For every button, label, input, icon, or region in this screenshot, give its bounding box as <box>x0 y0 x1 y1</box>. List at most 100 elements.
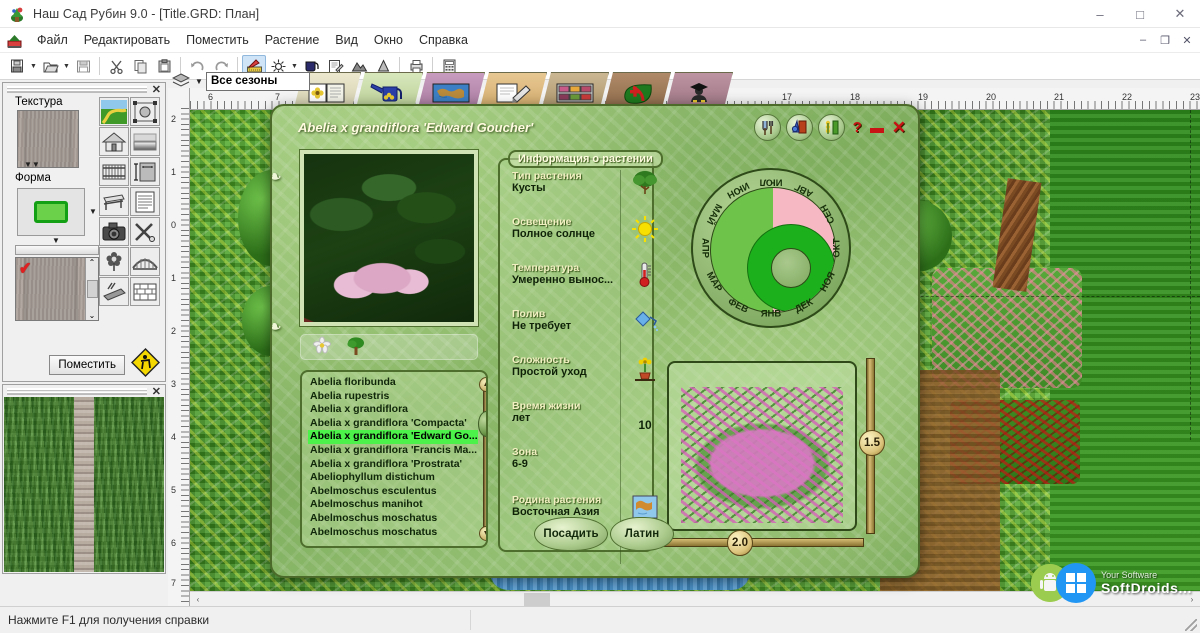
plant-info-dialog[interactable]: Abelia x grandiflora 'Edward Goucher' ? … <box>270 104 920 578</box>
watermark-line1: Your Software <box>1100 570 1158 580</box>
list-item[interactable]: Abelmoschus moschatus <box>308 526 478 540</box>
terrain-path-icon[interactable] <box>99 97 129 126</box>
texture-listbox[interactable]: ✔ ⌃ ⌄ <box>15 257 99 321</box>
flower-view-icon[interactable] <box>311 336 333 359</box>
texture-scale-slider[interactable] <box>15 245 99 255</box>
camera-icon[interactable] <box>99 217 129 246</box>
window-close-button[interactable]: ✕ <box>1160 0 1200 28</box>
house-icon[interactable] <box>99 127 129 156</box>
flower-icon[interactable] <box>99 247 129 276</box>
doc-close-button[interactable]: ✕ <box>1176 30 1198 50</box>
road-work-sign-icon[interactable] <box>131 348 160 377</box>
menu-file[interactable]: Файл <box>29 30 76 50</box>
list-item[interactable]: Abelia x grandiflora 'Prostrata' <box>308 458 478 472</box>
bench-icon[interactable] <box>99 187 129 216</box>
panel-drag-grip[interactable]: ✕ <box>3 83 165 96</box>
watermark-text: Your Software SoftDroids... <box>1101 570 1192 596</box>
scroll-down-icon[interactable]: ⌄ <box>89 311 96 320</box>
list-item[interactable]: Abelia floribunda <box>308 376 478 390</box>
garden-tools-button[interactable] <box>753 114 781 141</box>
plant-button[interactable]: Посадить <box>534 517 608 551</box>
form-preview-box[interactable] <box>17 188 85 236</box>
copy-button[interactable] <box>128 55 152 78</box>
open-arrow-icon[interactable]: ▼ <box>62 55 71 78</box>
open-button[interactable] <box>38 55 62 78</box>
menu-edit[interactable]: Редактировать <box>76 30 178 50</box>
vertical-ruler[interactable]: 2 1 0 1 2 3 4 5 6 7 <box>168 88 190 606</box>
season-dropdown-arrow-icon[interactable]: ▼ <box>192 77 206 86</box>
plant-list-scrollbar[interactable]: ▲ ▼ <box>477 375 486 543</box>
panel-close-icon[interactable]: ✕ <box>152 83 161 96</box>
tools-icon[interactable] <box>130 217 160 246</box>
new-document-button[interactable] <box>5 55 29 78</box>
doc-restore-button[interactable]: ❐ <box>1154 30 1176 50</box>
dialog-minimize-icon[interactable] <box>869 128 884 133</box>
plant-info-legend: Информация о растении <box>508 150 663 168</box>
dialog-help-icon[interactable]: ? <box>853 119 862 136</box>
scroll-up-button[interactable]: ▲ <box>478 377 486 392</box>
season-combo-box[interactable]: Все сезоны <box>206 71 310 91</box>
grid-object-icon[interactable] <box>130 97 160 126</box>
width-badge: 2.0 <box>727 530 753 556</box>
dialog-titlebar-buttons: ? ✕ <box>753 114 906 141</box>
world-map-icon <box>430 80 472 106</box>
place-button[interactable]: Поместить <box>49 355 125 375</box>
fence-icon[interactable] <box>99 157 129 186</box>
texture-list-item[interactable]: ✔ <box>16 258 85 320</box>
window-maximize-button[interactable]: □ <box>1120 0 1160 28</box>
list-item[interactable]: Abelia x grandiflora 'Compacta' <box>308 417 478 431</box>
scroll-up-icon[interactable]: ⌃ <box>89 258 96 267</box>
plant-catalog-button[interactable] <box>785 114 813 141</box>
plant-list-box[interactable]: Abelia floribunda Abelia rupestris Abeli… <box>300 370 488 548</box>
preview-drag-grip[interactable]: ✕ <box>3 385 165 398</box>
list-item[interactable]: Abelia x grandiflora 'Francis Ma... <box>308 444 478 458</box>
bloom-calendar-wheel[interactable]: ЯНВ ФЕВ МАР АПР МАЙ ИЮН ИЮЛ АВГ СЕН ОКТ … <box>691 168 851 328</box>
scroll-thumb[interactable] <box>86 280 98 298</box>
bridge-icon[interactable] <box>130 247 160 276</box>
list-item[interactable]: Abelmoschus manihot <box>308 498 478 512</box>
scrollbar-thumb[interactable] <box>477 411 486 437</box>
menu-help[interactable]: Справка <box>411 30 476 50</box>
menu-window[interactable]: Окно <box>366 30 411 50</box>
latin-button[interactable]: Латин <box>610 517 674 551</box>
scroll-down-button[interactable]: ▼ <box>478 526 486 541</box>
layers-icon[interactable] <box>170 71 192 91</box>
grass-path-texture-preview <box>4 397 164 572</box>
list-item-selected[interactable]: Abelia x grandiflora 'Edward Go... <box>308 430 478 444</box>
save-button[interactable] <box>71 55 95 78</box>
view-mode-toolbar[interactable] <box>300 334 478 360</box>
list-item[interactable]: Abeliophyllum distichum <box>308 471 478 485</box>
list-icon[interactable] <box>130 187 160 216</box>
brick-wall-icon[interactable] <box>130 277 160 306</box>
texture-list-scrollbar[interactable]: ⌃ ⌄ <box>85 258 98 320</box>
list-item[interactable]: Abelia x grandiflora <box>308 403 478 417</box>
tree-view-icon[interactable] <box>345 336 367 359</box>
doc-minimize-button[interactable]: – <box>1132 30 1154 50</box>
horizontal-scroll-thumb[interactable] <box>524 592 550 606</box>
gradient-icon[interactable] <box>130 127 160 156</box>
potted-plant-icon <box>628 354 662 384</box>
scroll-left-arrow-icon[interactable]: ‹ <box>190 592 206 607</box>
menu-view[interactable]: Вид <box>327 30 366 50</box>
dialog-close-icon[interactable]: ✕ <box>892 118 906 138</box>
status-separator <box>470 610 471 630</box>
texture-swatch[interactable] <box>17 110 79 169</box>
leaf-cross-icon <box>616 80 658 106</box>
plant-list-button[interactable] <box>817 114 845 141</box>
stone-edge-icon[interactable] <box>99 277 129 306</box>
cut-button[interactable] <box>104 55 128 78</box>
new-document-arrow-icon[interactable]: ▼ <box>29 55 38 78</box>
list-item[interactable]: Abelmoschus esculentus <box>308 485 478 499</box>
menu-place[interactable]: Поместить <box>178 30 257 50</box>
resize-grip-icon[interactable] <box>1185 619 1197 631</box>
resize-icon[interactable] <box>130 157 160 186</box>
info-row-temperature: Температура Умеренно вынос... <box>512 262 622 286</box>
menu-plant[interactable]: Растение <box>257 30 328 50</box>
plant-photo-frame[interactable] <box>300 150 478 326</box>
window-minimize-button[interactable]: – <box>1080 0 1120 28</box>
list-item[interactable]: Abelmoschus moschatus <box>308 512 478 526</box>
list-item[interactable]: Abelia rupestris <box>308 390 478 404</box>
collapse-arrow-icon[interactable]: ▼ <box>13 236 99 245</box>
plant-size-preview[interactable] <box>667 361 857 531</box>
form-dropdown-arrow-icon[interactable]: ▼ <box>89 207 97 216</box>
